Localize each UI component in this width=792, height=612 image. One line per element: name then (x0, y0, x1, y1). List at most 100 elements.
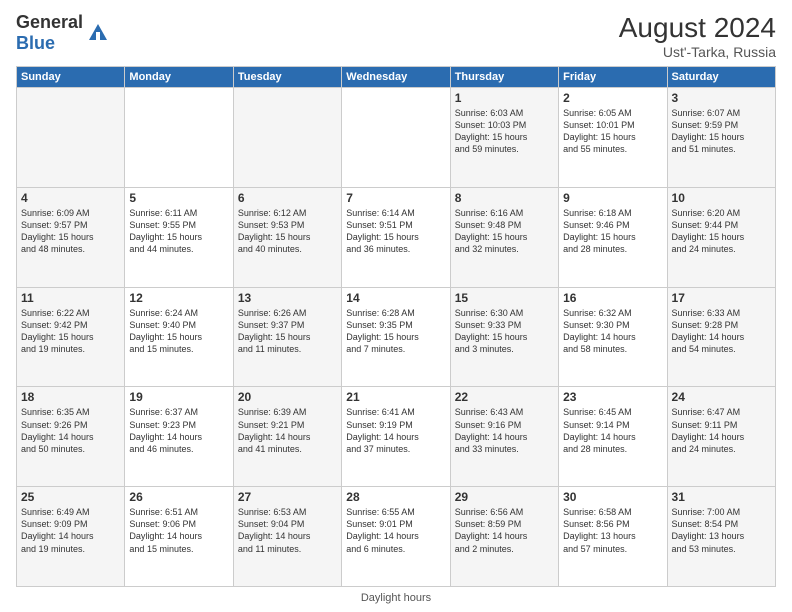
weekday-monday: Monday (125, 67, 233, 88)
day-info: Sunrise: 6:20 AM Sunset: 9:44 PM Dayligh… (672, 207, 771, 256)
day-number: 18 (21, 390, 120, 404)
day-number: 19 (129, 390, 228, 404)
logo-general: General (16, 12, 83, 32)
week-row-3: 11 Sunrise: 6:22 AM Sunset: 9:42 PM Dayli… (17, 287, 776, 387)
day-number: 3 (672, 91, 771, 105)
day-number: 22 (455, 390, 554, 404)
day-info: Sunrise: 6:07 AM Sunset: 9:59 PM Dayligh… (672, 107, 771, 156)
day-number: 11 (21, 291, 120, 305)
calendar-cell: 7Sunrise: 6:14 AM Sunset: 9:51 PM Daylig… (342, 187, 450, 287)
day-info: Sunrise: 6:35 AM Sunset: 9:26 PM Dayligh… (21, 406, 120, 455)
week-row-1: 1Sunrise: 6:03 AM Sunset: 10:03 PM Dayli… (17, 88, 776, 188)
title-block: August 2024 Ust'-Tarka, Russia (619, 12, 776, 60)
day-number: 30 (563, 490, 662, 504)
day-number: 16 (563, 291, 662, 305)
day-info: Sunrise: 6:39 AM Sunset: 9:21 PM Dayligh… (238, 406, 337, 455)
day-info: Sunrise: 6:33 AM Sunset: 9:28 PM Dayligh… (672, 307, 771, 356)
calendar-cell: 22 Sunrise: 6:43 AM Sunset: 9:16 PM Dayli… (450, 387, 558, 487)
day-info: Sunrise: 6:28 AM Sunset: 9:35 PM Dayligh… (346, 307, 445, 356)
day-number: 12 (129, 291, 228, 305)
day-number: 28 (346, 490, 445, 504)
day-info: Sunrise: 6:58 AM Sunset: 8:56 PM Dayligh… (563, 506, 662, 555)
day-info: Sunrise: 6:05 AM Sunset: 10:01 PM Daylig… (563, 107, 662, 156)
calendar-cell: 18 Sunrise: 6:35 AM Sunset: 9:26 PM Dayli… (17, 387, 125, 487)
day-info: Sunrise: 7:00 AM Sunset: 8:54 PM Dayligh… (672, 506, 771, 555)
calendar-cell: 28Sunrise: 6:55 AM Sunset: 9:01 PM Dayli… (342, 487, 450, 587)
day-info: Sunrise: 6:51 AM Sunset: 9:06 PM Dayligh… (129, 506, 228, 555)
calendar-cell: 19 Sunrise: 6:37 AM Sunset: 9:23 PM Dayli… (125, 387, 233, 487)
calendar-cell: 13Sunrise: 6:26 AM Sunset: 9:37 PM Dayli… (233, 287, 341, 387)
footer-label: Daylight hours (361, 592, 431, 604)
day-info: Sunrise: 6:37 AM Sunset: 9:23 PM Dayligh… (129, 406, 228, 455)
top-bar: General Blue August 2024 Ust'-Tarka, Rus… (16, 12, 776, 60)
day-number: 17 (672, 291, 771, 305)
day-info: Sunrise: 6:16 AM Sunset: 9:48 PM Dayligh… (455, 207, 554, 256)
calendar-table: SundayMondayTuesdayWednesdayThursdayFrid… (16, 66, 776, 587)
logo-text: General Blue (16, 12, 83, 54)
calendar-cell (233, 88, 341, 188)
day-number: 13 (238, 291, 337, 305)
day-info: Sunrise: 6:14 AM Sunset: 9:51 PM Dayligh… (346, 207, 445, 256)
day-info: Sunrise: 6:49 AM Sunset: 9:09 PM Dayligh… (21, 506, 120, 555)
logo: General Blue (16, 12, 109, 54)
weekday-header-row: SundayMondayTuesdayWednesdayThursdayFrid… (17, 67, 776, 88)
calendar-cell: 30 Sunrise: 6:58 AM Sunset: 8:56 PM Dayli… (559, 487, 667, 587)
calendar-cell: 9 Sunrise: 6:18 AM Sunset: 9:46 PM Daylig… (559, 187, 667, 287)
calendar-cell (125, 88, 233, 188)
calendar-cell: 15 Sunrise: 6:30 AM Sunset: 9:33 PM Dayli… (450, 287, 558, 387)
day-number: 6 (238, 191, 337, 205)
calendar-cell: 26 Sunrise: 6:51 AM Sunset: 9:06 PM Dayli… (125, 487, 233, 587)
calendar-cell: 21Sunrise: 6:41 AM Sunset: 9:19 PM Dayli… (342, 387, 450, 487)
day-number: 15 (455, 291, 554, 305)
calendar-cell: 8 Sunrise: 6:16 AM Sunset: 9:48 PM Daylig… (450, 187, 558, 287)
calendar-cell: 2 Sunrise: 6:05 AM Sunset: 10:01 PM Dayli… (559, 88, 667, 188)
day-info: Sunrise: 6:43 AM Sunset: 9:16 PM Dayligh… (455, 406, 554, 455)
day-number: 21 (346, 390, 445, 404)
day-number: 14 (346, 291, 445, 305)
calendar-cell: 11 Sunrise: 6:22 AM Sunset: 9:42 PM Dayli… (17, 287, 125, 387)
day-info: Sunrise: 6:12 AM Sunset: 9:53 PM Dayligh… (238, 207, 337, 256)
day-number: 31 (672, 490, 771, 504)
day-number: 8 (455, 191, 554, 205)
day-info: Sunrise: 6:11 AM Sunset: 9:55 PM Dayligh… (129, 207, 228, 256)
day-info: Sunrise: 6:53 AM Sunset: 9:04 PM Dayligh… (238, 506, 337, 555)
calendar-cell (17, 88, 125, 188)
calendar-cell: 17 Sunrise: 6:33 AM Sunset: 9:28 PM Dayli… (667, 287, 775, 387)
calendar-cell (342, 88, 450, 188)
calendar-cell: 24 Sunrise: 6:47 AM Sunset: 9:11 PM Dayli… (667, 387, 775, 487)
day-number: 9 (563, 191, 662, 205)
day-info: Sunrise: 6:18 AM Sunset: 9:46 PM Dayligh… (563, 207, 662, 256)
calendar-cell: 27Sunrise: 6:53 AM Sunset: 9:04 PM Dayli… (233, 487, 341, 587)
weekday-sunday: Sunday (17, 67, 125, 88)
day-info: Sunrise: 6:30 AM Sunset: 9:33 PM Dayligh… (455, 307, 554, 356)
day-number: 24 (672, 390, 771, 404)
day-number: 29 (455, 490, 554, 504)
day-number: 25 (21, 490, 120, 504)
day-number: 5 (129, 191, 228, 205)
calendar-cell: 4Sunrise: 6:09 AM Sunset: 9:57 PM Daylig… (17, 187, 125, 287)
calendar-cell: 20 Sunrise: 6:39 AM Sunset: 9:21 PM Dayli… (233, 387, 341, 487)
day-number: 2 (563, 91, 662, 105)
day-number: 26 (129, 490, 228, 504)
day-number: 20 (238, 390, 337, 404)
day-info: Sunrise: 6:22 AM Sunset: 9:42 PM Dayligh… (21, 307, 120, 356)
calendar-cell: 29 Sunrise: 6:56 AM Sunset: 8:59 PM Dayli… (450, 487, 558, 587)
day-number: 10 (672, 191, 771, 205)
month-year: August 2024 (619, 12, 776, 44)
calendar-cell: 1Sunrise: 6:03 AM Sunset: 10:03 PM Dayli… (450, 88, 558, 188)
calendar-cell: 31 Sunrise: 7:00 AM Sunset: 8:54 PM Dayli… (667, 487, 775, 587)
day-number: 23 (563, 390, 662, 404)
calendar-cell: 3 Sunrise: 6:07 AM Sunset: 9:59 PM Daylig… (667, 88, 775, 188)
day-info: Sunrise: 6:56 AM Sunset: 8:59 PM Dayligh… (455, 506, 554, 555)
weekday-tuesday: Tuesday (233, 67, 341, 88)
day-info: Sunrise: 6:47 AM Sunset: 9:11 PM Dayligh… (672, 406, 771, 455)
week-row-4: 18 Sunrise: 6:35 AM Sunset: 9:26 PM Dayli… (17, 387, 776, 487)
weekday-friday: Friday (559, 67, 667, 88)
day-number: 1 (455, 91, 554, 105)
calendar-cell: 14 Sunrise: 6:28 AM Sunset: 9:35 PM Dayli… (342, 287, 450, 387)
day-info: Sunrise: 6:09 AM Sunset: 9:57 PM Dayligh… (21, 207, 120, 256)
day-info: Sunrise: 6:45 AM Sunset: 9:14 PM Dayligh… (563, 406, 662, 455)
logo-blue: Blue (16, 33, 55, 53)
location: Ust'-Tarka, Russia (619, 44, 776, 60)
footer: Daylight hours (16, 592, 776, 604)
